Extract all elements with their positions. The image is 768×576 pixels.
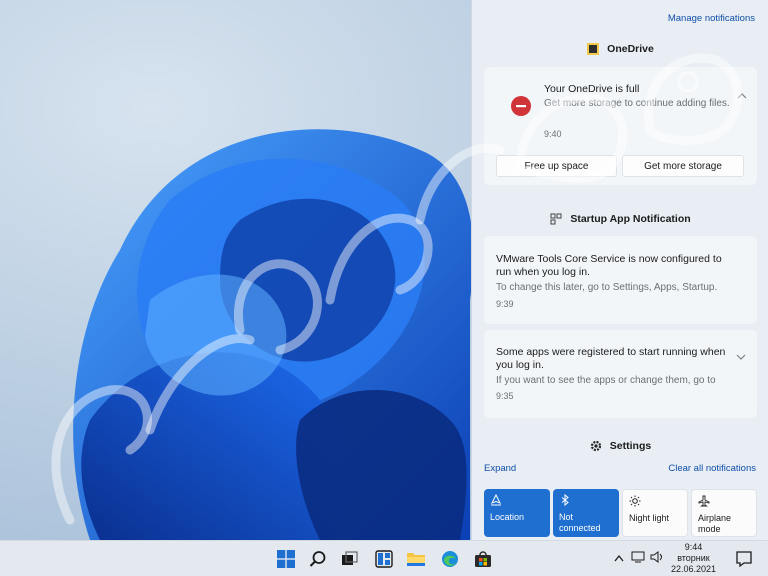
startup-notification-2-time: 9:35 [496, 391, 514, 401]
startup-notification-card-1[interactable]: VMware Tools Core Service is now configu… [484, 236, 757, 324]
airplane-mode-tile[interactable]: Airplane mode [691, 489, 757, 537]
airplane-icon [698, 495, 750, 509]
onedrive-app-name: OneDrive [607, 43, 654, 55]
bluetooth-tile-label: Not connected [559, 512, 601, 533]
expand-link[interactable]: Expand [484, 463, 516, 474]
startup-app-name: Startup App Notification [570, 213, 691, 225]
location-tile-label: Location [490, 512, 525, 522]
notification-center-icon[interactable] [734, 549, 754, 569]
startup-group-header: Startup App Notification [472, 213, 768, 225]
clock-date: 22.06.2021 [670, 564, 716, 574]
startup-notification-1-time: 9:39 [496, 299, 514, 309]
get-more-storage-button[interactable]: Get more storage [622, 155, 744, 177]
startup-notification-1-body: To change this later, go to Settings, Ap… [496, 282, 718, 293]
windows-start-icon[interactable] [274, 547, 298, 571]
bluetooth-tile[interactable]: Not connected [553, 489, 619, 537]
settings-header-label: Settings [609, 440, 652, 452]
location-tile[interactable]: Location [484, 489, 550, 537]
search-icon[interactable] [306, 547, 330, 571]
startup-notification-1-title: VMware Tools Core Service is now configu… [496, 253, 722, 278]
bluetooth-icon [559, 493, 613, 508]
onedrive-notification-title: Your OneDrive is full [544, 83, 640, 95]
widgets-icon[interactable] [372, 547, 396, 571]
airplane-mode-tile-label: Airplane mode [698, 513, 732, 534]
network-icon[interactable] [631, 551, 645, 563]
action-center-panel: Manage notifications OneDrive Your OneDr… [471, 0, 768, 540]
brightness-icon [629, 495, 681, 509]
onedrive-app-icon [587, 43, 600, 55]
taskbar: 9:44 вторник 22.06.2021 [0, 540, 768, 576]
gear-icon [590, 440, 602, 452]
startup-app-icon [550, 213, 562, 225]
free-up-space-button[interactable]: Free up space [496, 155, 617, 177]
onedrive-notification-time: 9:40 [544, 129, 562, 139]
startup-notification-2-body: If you want to see the apps or change th… [496, 375, 716, 386]
volume-icon[interactable] [650, 551, 664, 563]
night-light-tile[interactable]: Night light [622, 489, 688, 537]
onedrive-group-header: OneDrive [472, 43, 768, 55]
location-icon [490, 493, 544, 508]
startup-notification-2-title: Some apps were registered to start runni… [496, 346, 726, 371]
clock-time: 9:44 [684, 542, 703, 552]
manage-notifications-link[interactable]: Manage notifications [668, 13, 755, 24]
task-view-icon[interactable] [338, 547, 362, 571]
clear-all-notifications-link[interactable]: Clear all notifications [668, 463, 756, 474]
onedrive-notification-card[interactable]: Your OneDrive is full Get more storage t… [484, 67, 757, 185]
clock-day: вторник [677, 553, 710, 563]
file-explorer-icon[interactable] [404, 547, 428, 571]
chevron-up-tray-icon[interactable] [614, 554, 624, 562]
edge-icon[interactable] [438, 547, 462, 571]
chevron-down-icon[interactable] [736, 352, 746, 362]
system-clock[interactable]: 9:44 вторник 22.06.2021 [671, 542, 716, 575]
startup-notification-card-2[interactable]: Some apps were registered to start runni… [484, 330, 757, 418]
chevron-up-icon[interactable] [737, 91, 747, 101]
settings-group-header: Settings [472, 440, 768, 452]
onedrive-notification-body: Get more storage to continue adding file… [544, 98, 730, 109]
night-light-tile-label: Night light [629, 513, 670, 523]
store-icon[interactable] [471, 547, 495, 571]
error-icon [511, 96, 531, 119]
